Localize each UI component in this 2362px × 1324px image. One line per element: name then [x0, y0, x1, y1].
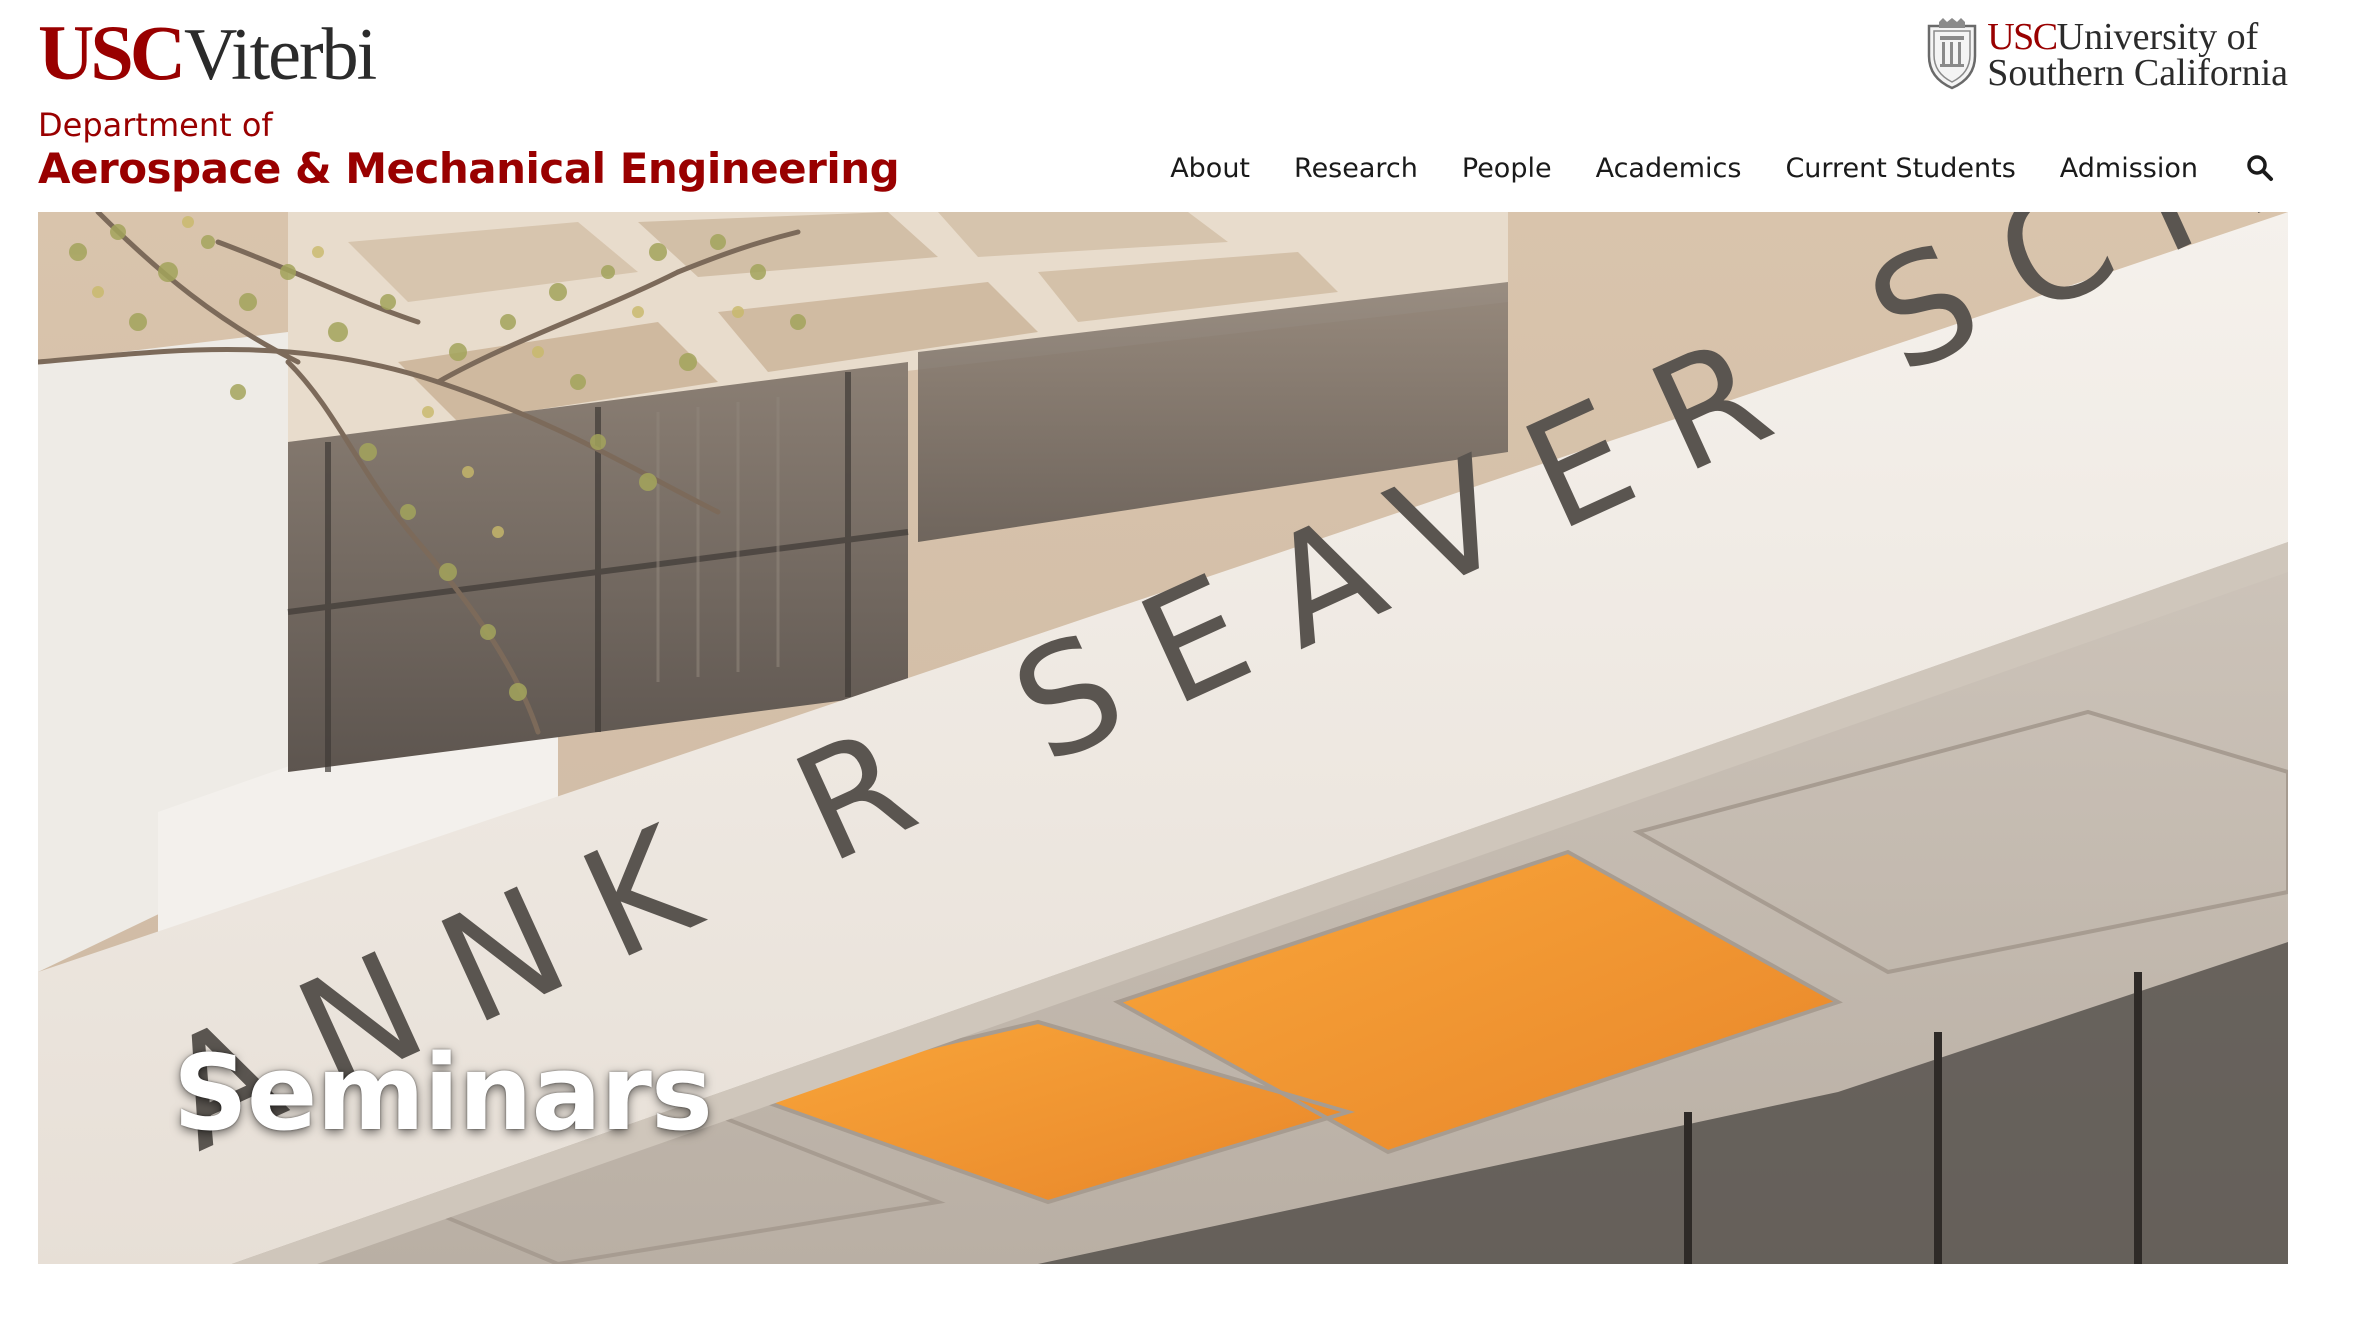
usc-viterbi-logo[interactable]: USC Viterbi [38, 9, 377, 96]
hero-banner: ANNK R SEAVER SCIENCE CENTER [38, 212, 2288, 1264]
nav-item-research[interactable]: Research [1294, 153, 1418, 184]
logo-viterbi-text: Viterbi [184, 14, 377, 96]
page-title: Seminars [173, 1032, 713, 1154]
nav-item-admission[interactable]: Admission [2060, 153, 2198, 184]
nav-item-about[interactable]: About [1170, 153, 1250, 184]
nav-item-current-students[interactable]: Current Students [1785, 153, 2015, 184]
nav-item-academics[interactable]: Academics [1596, 153, 1742, 184]
main-nav: About Research People Academics Current … [1126, 152, 2276, 184]
university-line2: Southern California [1987, 52, 2288, 94]
usc-seal-icon [1927, 18, 1977, 90]
nav-item-people[interactable]: People [1462, 153, 1552, 184]
department-name[interactable]: Aerospace & Mechanical Engineering [38, 144, 900, 193]
site-header: USC Viterbi Department of Aerospace & Me… [0, 0, 2362, 212]
logo-usc-text: USC [38, 9, 186, 96]
search-button[interactable] [2244, 152, 2276, 184]
usc-university-logo[interactable]: USCUniversity of Southern California [1925, 18, 2288, 92]
department-prefix: Department of [38, 106, 273, 144]
search-icon [2247, 155, 2273, 181]
